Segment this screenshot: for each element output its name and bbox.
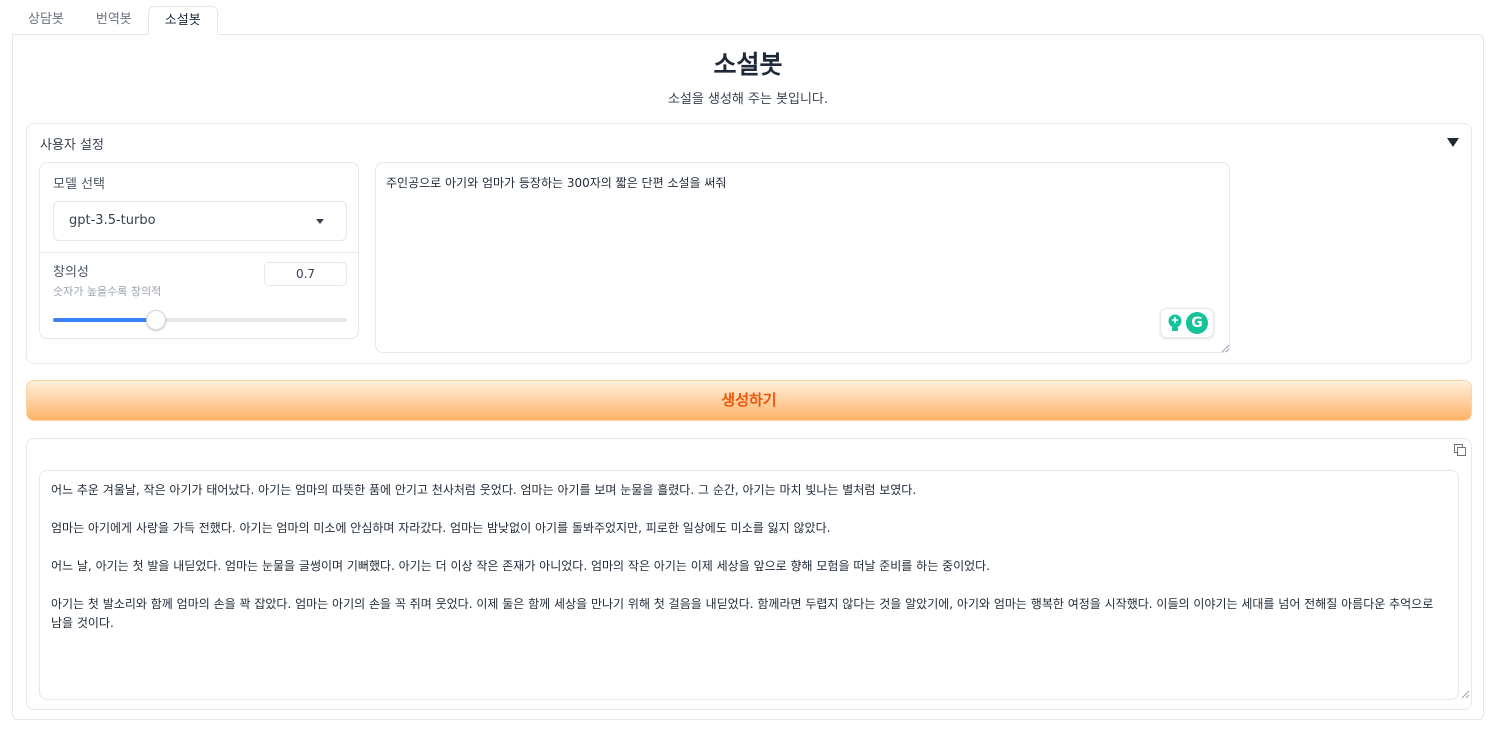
slider-fill	[53, 318, 156, 322]
resize-grip-icon[interactable]	[1461, 690, 1470, 699]
tab-panel: 소설봇 소설을 생성해 주는 봇입니다. 사용자 설정 모델 선택 gpt-3.…	[12, 34, 1484, 720]
temperature-label: 창의성	[53, 265, 89, 280]
lightbulb-icon[interactable]	[1166, 313, 1184, 333]
dropdown-arrow-icon	[316, 219, 324, 224]
accordion-label[interactable]: 사용자 설정	[40, 134, 104, 153]
output-textarea[interactable]: 어느 추운 겨울날, 작은 아기가 태어났다. 아기는 엄마의 따뜻한 품에 안…	[39, 470, 1459, 700]
temperature-info: 숫자가 높을수록 창의적	[53, 285, 162, 298]
tab-counsel-bot[interactable]: 상담봇	[12, 6, 80, 35]
divider	[40, 252, 358, 253]
model-dropdown-value: gpt-3.5-turbo	[69, 213, 156, 228]
page-title: 소설봇	[713, 50, 783, 79]
model-dropdown[interactable]: gpt-3.5-turbo	[53, 201, 347, 241]
page-subtitle: 소설을 생성해 주는 봇입니다.	[667, 92, 829, 107]
model-select-label: 모델 선택	[53, 177, 105, 192]
resize-grip-icon[interactable]	[1221, 344, 1230, 353]
temperature-number-input[interactable]	[264, 262, 347, 286]
grammarly-icon[interactable]: G	[1186, 312, 1208, 334]
output-group: 어느 추운 겨울날, 작은 아기가 태어났다. 아기는 엄마의 따뜻한 품에 안…	[26, 438, 1472, 710]
tab-translate-bot[interactable]: 번역봇	[80, 6, 148, 35]
prompt-textarea[interactable]: 주인공으로 아기와 엄마가 등장하는 300자의 짧은 단편 소설을 써줘	[375, 162, 1230, 353]
generate-button[interactable]: 생성하기	[26, 380, 1472, 421]
grammarly-widget[interactable]: G	[1160, 308, 1214, 338]
temperature-slider[interactable]	[53, 310, 347, 330]
caret-down-icon[interactable]	[1447, 138, 1459, 147]
slider-thumb[interactable]	[145, 310, 166, 330]
tab-bar: 상담봇 번역봇 소설봇	[12, 6, 218, 35]
tab-novel-bot[interactable]: 소설봇	[147, 6, 218, 35]
model-settings-group: 모델 선택 gpt-3.5-turbo 창의성 숫자가 높을수록 창의적	[39, 162, 359, 339]
user-settings-accordion: 사용자 설정 모델 선택 gpt-3.5-turbo 창의성 숫자가 높을수록 …	[26, 123, 1472, 364]
copy-icon[interactable]	[1453, 443, 1467, 457]
